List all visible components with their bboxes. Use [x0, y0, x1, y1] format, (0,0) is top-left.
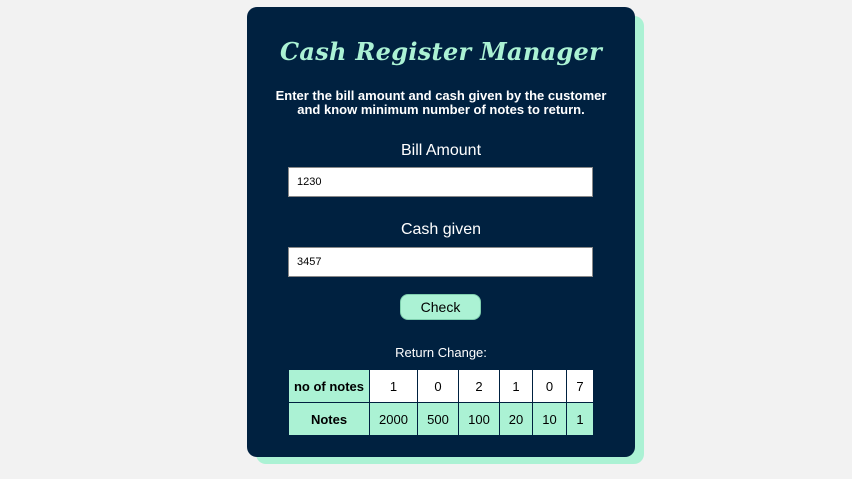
return-change-label: Return Change:	[395, 345, 487, 360]
note-cell-1: 1	[567, 403, 593, 435]
bill-amount-label: Bill Amount	[400, 142, 482, 159]
bill-amount-input[interactable]	[288, 167, 593, 197]
note-cell-2000: 2000	[370, 403, 417, 435]
table-row-count: no of notes 1 0 2 1 0 7	[289, 370, 593, 402]
note-cell-100: 100	[459, 403, 499, 435]
table-row-notes: Notes 2000 500 100 20 10 1	[289, 403, 593, 435]
cash-given-label: Cash given	[400, 221, 482, 238]
app-title: Cash Register Manager	[279, 37, 603, 66]
app-description: Enter the bill amount and cash given by …	[275, 88, 607, 117]
cash-given-input[interactable]	[288, 247, 593, 277]
count-cell-20: 1	[500, 370, 532, 402]
count-cell-500: 0	[418, 370, 458, 402]
notes-header: Notes	[289, 403, 369, 435]
note-cell-500: 500	[418, 403, 458, 435]
note-cell-10: 10	[533, 403, 566, 435]
no-of-notes-header: no of notes	[289, 370, 369, 402]
note-cell-20: 20	[500, 403, 532, 435]
change-table: no of notes 1 0 2 1 0 7 Notes 2000 500 1…	[288, 369, 594, 436]
count-cell-1: 7	[567, 370, 593, 402]
count-cell-10: 0	[533, 370, 566, 402]
count-cell-100: 2	[459, 370, 499, 402]
check-button[interactable]: Check	[400, 294, 481, 320]
cash-register-card: Cash Register Manager Enter the bill amo…	[247, 7, 635, 457]
count-cell-2000: 1	[370, 370, 417, 402]
